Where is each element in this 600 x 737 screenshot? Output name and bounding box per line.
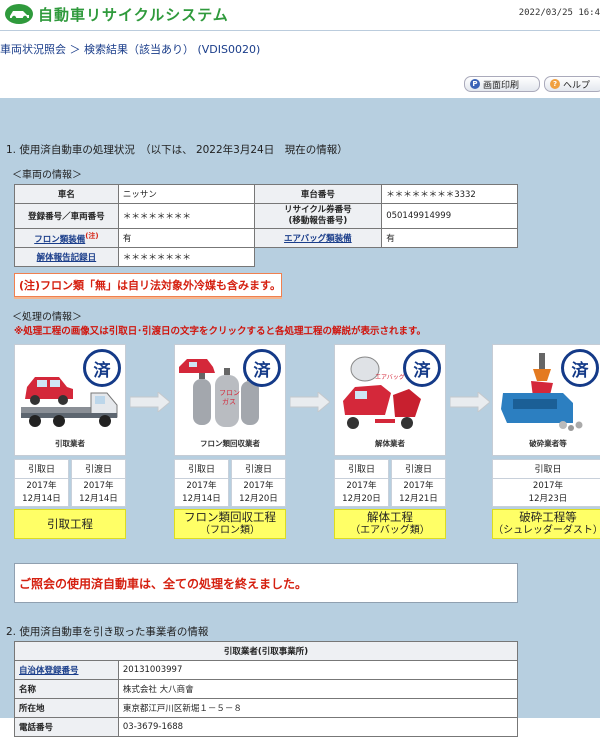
main-panel: 1. 使用済自動車の処理状況 （以下は、 2022年3月24日 現在の情報） ＜…	[0, 98, 600, 737]
company-name-label: 名称	[14, 679, 119, 699]
shredding-dates: 引取日 2017年 12月23日	[492, 459, 600, 507]
dismantle-delivered-date: 2017年 12月21日	[391, 479, 446, 507]
dismantle-received-date: 2017年 12月20日	[334, 479, 389, 507]
pickup-dates: 引取日 2017年 12月14日 引渡日 2017年 12月14日	[14, 459, 126, 507]
svg-text:エアバッグ: エアバッグ	[375, 373, 405, 381]
help-button[interactable]: ? ヘルプ	[544, 76, 600, 92]
toolbar: P 画面印刷 ? ヘルプ	[0, 62, 600, 98]
company-name-value: 株式会社 大八商會	[117, 679, 519, 699]
address-label: 所在地	[14, 698, 119, 718]
shredding-process-label: 破砕工程等 （シュレッダーダスト）	[492, 509, 600, 539]
app-header: 自動車リサイクルシステム 2022/03/25 16:4	[0, 0, 600, 30]
address-value: 東京都江戸川区新堀１－５－８	[117, 698, 519, 718]
freon-caption: フロン類回収業者	[200, 439, 260, 448]
collector-table-header: 引取業者(引取事業所)	[14, 641, 518, 661]
recycle-car-logo-icon	[5, 4, 33, 24]
shredding-step-image[interactable]: 済 破砕業者等	[492, 344, 600, 456]
maker-label: 車名	[14, 184, 119, 204]
airbag-equipment-link[interactable]: エアバッグ類装備	[284, 234, 352, 244]
completed-stamp-icon: 済	[83, 349, 121, 387]
shredding-received-date: 2017年 12月23日	[492, 479, 600, 507]
recycle-ticket-value: 050149914999	[381, 203, 518, 229]
chassis-value: ＊＊＊＊＊＊＊＊3332	[381, 184, 518, 204]
help-icon: ?	[550, 79, 560, 89]
freon-equipment-label: フロン類装備(注)	[14, 228, 119, 248]
freon-process-label: フロン類回収工程 （フロン類）	[174, 509, 286, 539]
freon-equipment-link[interactable]: フロン類装備	[34, 235, 85, 245]
pickup-step-image[interactable]: 済 引取業者	[14, 344, 126, 456]
print-screen-label: 画面印刷	[483, 80, 520, 91]
freon-note: (注)フロン類「無」は自リ法対象外冷媒も含みます。	[14, 273, 282, 297]
municipal-reg-label: 自治体登録番号	[14, 660, 119, 680]
completed-stamp-icon: 済	[243, 349, 281, 387]
pickup-caption: 引取業者	[55, 439, 85, 448]
freon-delivered-date: 2017年 12月20日	[231, 479, 286, 507]
dismantle-received-date-link[interactable]: 引取日	[334, 459, 389, 479]
municipal-reg-link[interactable]: 自治体登録番号	[19, 666, 79, 676]
municipal-reg-value: 20131003997	[117, 660, 519, 680]
dismantle-report-label: 解体報告記録日	[14, 247, 119, 267]
shredding-received-date-link[interactable]: 引取日	[492, 459, 600, 479]
recycle-ticket-label: リサイクル券番号 (移動報告番号)	[253, 203, 383, 229]
recycle-ticket-label-line2: (移動報告番号)	[288, 216, 348, 226]
freon-equipment-value: 有	[117, 228, 255, 248]
section1-title: 1. 使用済自動車の処理状況 （以下は、 2022年3月24日 現在の情報）	[6, 144, 348, 156]
shredding-caption: 破砕業者等	[529, 439, 567, 448]
pickup-received-date: 2017年 12月14日	[14, 479, 69, 507]
vehicle-info-heading: ＜車両の情報＞	[12, 170, 82, 181]
arrow-right-icon	[290, 392, 330, 412]
dismantle-process-label: 解体工程 （エアバッグ類）	[334, 509, 446, 539]
step-freon: フロン ガス 済 フロン類回収業者 引取日 2017年 12月14日 引渡日 20…	[174, 344, 286, 539]
print-screen-button[interactable]: P 画面印刷	[464, 76, 540, 92]
app-logo[interactable]: 自動車リサイクルシステム	[4, 3, 229, 25]
freon-delivered-date-link[interactable]: 引渡日	[231, 459, 286, 479]
breadcrumb-bar: 車両状況照会 ＞ 検索結果（該当あり） (VDIS0020)	[0, 30, 600, 64]
process-click-notice: ※処理工程の画像又は引取日･引渡日の文字をクリックすると各処理工程の解説が表示さ…	[14, 326, 427, 337]
collector-info-table: 引取業者(引取事業所) 自治体登録番号 20131003997 名称 株式会社 …	[14, 641, 519, 737]
chassis-label: 車台番号	[253, 184, 383, 204]
completed-stamp-icon: 済	[403, 349, 441, 387]
process-info-heading: ＜処理の情報＞	[12, 312, 82, 323]
phone-label: 電話番号	[14, 717, 119, 737]
registration-value: ＊＊＊＊＊＊＊＊	[117, 203, 255, 229]
pickup-process-label: 引取工程	[14, 509, 126, 539]
airbag-equipment-value: 有	[381, 228, 518, 248]
pickup-delivered-date: 2017年 12月14日	[71, 479, 126, 507]
completed-stamp-icon: 済	[561, 349, 599, 387]
svg-text:フロン: フロン	[219, 389, 240, 397]
freon-dates: 引取日 2017年 12月14日 引渡日 2017年 12月20日	[174, 459, 286, 507]
arrow-right-icon	[130, 392, 170, 412]
arrow-right-icon	[450, 392, 490, 412]
dismantle-report-value: ＊＊＊＊＊＊＊＊	[117, 247, 255, 267]
maker-value: ニッサン	[117, 184, 255, 204]
dismantle-report-link[interactable]: 解体報告記録日	[37, 253, 97, 263]
step-pickup: 済 引取業者 引取日 2017年 12月14日 引渡日 2017年 12月14日 引…	[14, 344, 126, 539]
timestamp: 2022/03/25 16:4	[518, 8, 600, 18]
print-icon: P	[470, 79, 480, 89]
step-shredding: 済 破砕業者等 引取日 2017年 12月23日 破砕工程等 （シュレッダーダスト…	[492, 344, 600, 539]
freon-note-mark: (注)	[85, 232, 99, 241]
section2-title: 2. 使用済自動車を引き取った事業者の情報	[6, 626, 209, 638]
svg-text:ガス: ガス	[222, 397, 236, 406]
help-label: ヘルプ	[563, 80, 591, 91]
registration-label: 登録番号／車両番号	[14, 203, 119, 229]
dismantle-dates: 引取日 2017年 12月20日 引渡日 2017年 12月21日	[334, 459, 446, 507]
pickup-delivered-date-link[interactable]: 引渡日	[71, 459, 126, 479]
dismantle-step-image[interactable]: エアバッグ 済 解体業者	[334, 344, 446, 456]
completion-message: ご照会の使用済自動車は、全ての処理を終えました。	[14, 563, 518, 603]
airbag-equipment-label: エアバッグ類装備	[253, 228, 383, 248]
freon-received-date: 2017年 12月14日	[174, 479, 229, 507]
app-title: 自動車リサイクルシステム	[38, 5, 229, 24]
step-dismantle: エアバッグ 済 解体業者 引取日 2017年 12月20日 引渡日 2017年 12…	[334, 344, 446, 539]
phone-value: 03-3679-1688	[117, 717, 519, 737]
pickup-received-date-link[interactable]: 引取日	[14, 459, 69, 479]
recycle-ticket-label-line1: リサイクル券番号	[284, 205, 352, 215]
breadcrumb: 車両状況照会 ＞ 検索結果（該当あり） (VDIS0020)	[0, 43, 261, 56]
vehicle-info-table: 車名 ニッサン 車台番号 ＊＊＊＊＊＊＊＊3332 登録番号／車両番号 ＊＊＊＊…	[14, 184, 518, 267]
freon-step-image[interactable]: フロン ガス 済 フロン類回収業者	[174, 344, 286, 456]
dismantle-caption: 解体業者	[375, 439, 405, 448]
freon-received-date-link[interactable]: 引取日	[174, 459, 229, 479]
dismantle-delivered-date-link[interactable]: 引渡日	[391, 459, 446, 479]
